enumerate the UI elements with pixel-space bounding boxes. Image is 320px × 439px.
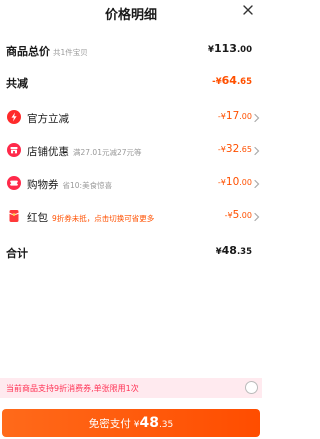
coupon-notice-text: 当前商品支持9折消费券,单张限用1次 (6, 384, 139, 393)
ticket-icon (7, 176, 21, 190)
close-icon[interactable] (240, 2, 256, 18)
reduce-label: 共减 (6, 77, 28, 90)
coupon-radio[interactable] (245, 381, 258, 394)
discount-label: 红包 (27, 212, 48, 224)
goods-total-label: 商品总价 (6, 45, 50, 58)
chevron-right-icon (254, 179, 260, 189)
discount-amount: -¥10.00 (217, 176, 252, 188)
store-icon (7, 143, 21, 157)
coupon-notice-bar: 当前商品支持9折消费券,单张限用1次 (0, 378, 262, 398)
discount-label: 店铺优惠 (27, 146, 69, 158)
chevron-right-icon (254, 146, 260, 156)
goods-total-row: 商品总价 共1件宝贝 ¥113.00 (0, 40, 262, 60)
header: 价格明细 (0, 0, 262, 26)
lightning-icon (7, 110, 21, 124)
pay-button[interactable]: 免密支付 ¥48.35 (2, 409, 260, 437)
reduce-total-row: 共减 -¥64.65 (0, 72, 262, 92)
goods-count: 共1件宝贝 (53, 48, 88, 57)
page-title: 价格明细 (104, 8, 157, 23)
discount-label: 购物券 (27, 179, 59, 191)
discount-row-coupon[interactable]: 购物券 省10:美食惊喜 -¥10.00 (0, 174, 262, 194)
discount-row-official[interactable]: 官方立减 -¥17.00 (0, 108, 262, 128)
reduce-total-amount: -¥64.65 (212, 74, 252, 87)
discount-amount: -¥5.00 (224, 209, 252, 221)
pay-button-label: 免密支付 (88, 418, 131, 430)
discount-label: 官方立减 (27, 113, 69, 125)
red-packet-icon (9, 210, 19, 222)
discount-amount: -¥17.00 (217, 110, 252, 122)
total-label: 合计 (6, 247, 28, 260)
discount-row-red-packet[interactable]: 红包 9折券未抵，点击切换可省更多 -¥5.00 (0, 207, 262, 227)
chevron-right-icon (254, 212, 260, 222)
goods-total-amount: ¥113.00 (208, 42, 252, 55)
total-row: 合计 ¥48.35 (0, 242, 262, 262)
red-packet-hint[interactable]: 9折券未抵，点击切换可省更多 (52, 214, 154, 223)
chevron-right-icon (254, 113, 260, 123)
discount-amount: -¥32.65 (217, 143, 252, 155)
total-amount: ¥48.35 (215, 244, 252, 257)
discount-row-store[interactable]: 店铺优惠 满27.01元减27元等 -¥32.65 (0, 141, 262, 161)
